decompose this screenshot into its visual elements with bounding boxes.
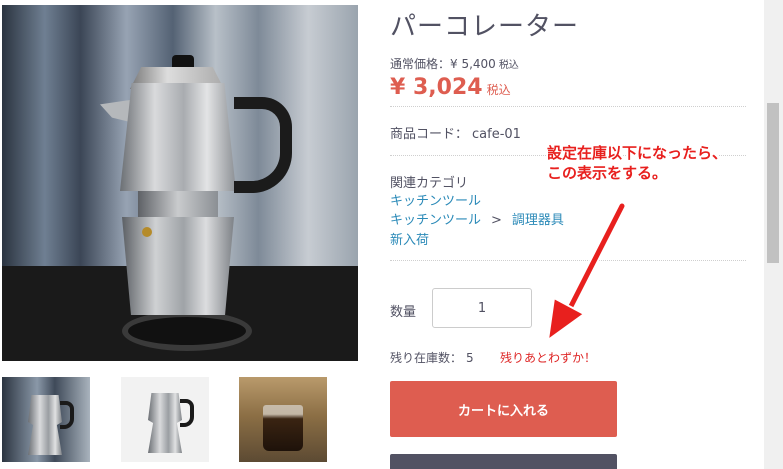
main-product-image	[2, 5, 358, 361]
handle-thumb-graphic	[180, 399, 194, 427]
regular-price-tax: 税込	[498, 60, 519, 71]
coffee-glass-graphic	[263, 405, 303, 451]
valve-graphic	[142, 227, 152, 237]
annotation-line-1: 設定在庫以下になったら、	[547, 144, 728, 162]
category-link-new-arrivals[interactable]: 新入荷	[390, 229, 429, 248]
product-title: パーコレーター	[390, 12, 580, 42]
category-heading: 関連カテゴリ	[390, 176, 469, 191]
category-path: キッチンツール > 調理器具	[390, 209, 564, 228]
annotation-arrow-icon	[546, 201, 627, 343]
burner-ring-graphic	[122, 311, 252, 351]
scrollbar-thumb[interactable]	[767, 103, 779, 263]
annotation-callout: 設定在庫以下になったら、 この表示をする。	[547, 143, 727, 183]
low-stock-warning: 残りあとわずか！	[500, 351, 597, 365]
sale-price-tax: 税込	[486, 83, 511, 97]
stock-remaining-label: 残り在庫数：	[390, 351, 463, 365]
quantity-label: 数量	[390, 305, 417, 320]
sale-price: ¥ 3,024 税込	[390, 75, 511, 100]
stock-remaining-count: 5	[466, 351, 474, 365]
regular-price: 通常価格：¥ 5,400 税込	[390, 55, 519, 72]
category-link-kitchen-tools[interactable]: キッチンツール	[390, 190, 481, 209]
spout-graphic	[100, 100, 130, 122]
pot-waist-graphic	[138, 191, 218, 217]
quantity-input[interactable]	[432, 288, 532, 328]
product-code-label: 商品コード：	[390, 127, 469, 142]
divider	[390, 106, 746, 107]
product-code-value: cafe-01	[472, 127, 521, 142]
pot-handle-graphic	[234, 97, 292, 193]
product-code: 商品コード： cafe-01	[390, 123, 521, 142]
category-link-kitchen-tools[interactable]: キッチンツール	[390, 213, 481, 228]
category-separator: >	[491, 213, 502, 228]
handle-thumb-graphic	[60, 401, 74, 429]
regular-price-label: 通常価格：¥ 5,400	[390, 57, 496, 71]
pot-top-graphic	[120, 83, 236, 191]
percolator-thumb-graphic	[148, 393, 182, 453]
add-to-cart-button[interactable]: カートに入れる	[390, 381, 617, 437]
percolator-thumb-graphic	[28, 395, 62, 455]
annotation-line-2: この表示をする。	[547, 164, 668, 182]
thumbnail-1[interactable]	[2, 377, 90, 462]
stock-remaining: 残り在庫数： 5	[390, 349, 474, 366]
secondary-action-button[interactable]	[390, 454, 617, 469]
thumbnail-2[interactable]	[121, 377, 209, 462]
sale-price-value: ¥ 3,024	[390, 75, 483, 100]
thumbnail-3[interactable]	[239, 377, 327, 462]
pot-bottom-graphic	[122, 217, 234, 315]
